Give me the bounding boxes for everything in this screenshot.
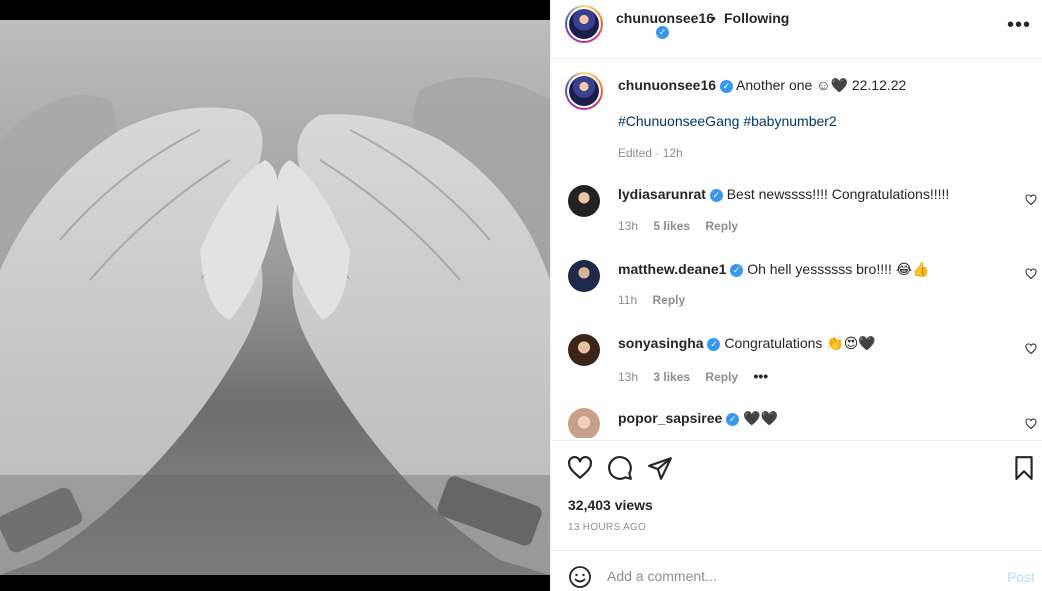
- comment-text: 🖤🖤: [743, 410, 778, 426]
- following-button[interactable]: Following: [724, 10, 789, 26]
- comment-text-line: lydiasarunrat ✓ Best newssss!!!! Congrat…: [618, 186, 949, 202]
- emoji-icon[interactable]: [568, 565, 592, 589]
- comment-item: matthew.deane1 ✓ Oh hell yessssss bro!!!…: [551, 255, 1042, 325]
- comment-likes[interactable]: 5 likes: [653, 219, 690, 233]
- comment-meta: 13h 5 likes Reply: [618, 219, 750, 233]
- comment-avatar[interactable]: [568, 334, 600, 366]
- comment-text-line: popor_sapsiree ✓ 🖤🖤: [618, 410, 778, 427]
- post-header: chunuonsee16 ✓ • Following •••: [551, 0, 1042, 59]
- comment-meta: 13h 3 likes Reply •••: [618, 368, 780, 384]
- bookmark-icon[interactable]: [1011, 455, 1037, 481]
- comments-list[interactable]: chunuonsee16 ✓ Another one ☺🖤 22.12.22 #…: [551, 60, 1042, 438]
- post-actions: 32,403 views 13 HOURS AGO: [551, 440, 1042, 550]
- comment-avatar[interactable]: [568, 185, 600, 217]
- comment-text-line: sonyasingha ✓ Congratulations 👏😍🖤: [618, 335, 876, 352]
- comment-input[interactable]: [607, 563, 987, 589]
- comment-icon[interactable]: [607, 455, 633, 481]
- comment-reply-button[interactable]: Reply: [652, 293, 685, 307]
- comment-time: 13h: [618, 370, 639, 384]
- comment-like-heart-icon[interactable]: [1025, 194, 1037, 206]
- comment-username[interactable]: matthew.deane1: [618, 261, 726, 277]
- verified-badge-icon: ✓: [726, 412, 740, 426]
- comment-item: lydiasarunrat ✓ Best newssss!!!! Congrat…: [551, 180, 1042, 250]
- share-icon[interactable]: [647, 455, 673, 481]
- media-letterbox-bottom: [0, 575, 550, 591]
- caption-text-line: chunuonsee16 ✓ Another one ☺🖤 22.12.22: [618, 77, 906, 94]
- comment-reply-button[interactable]: Reply: [705, 370, 738, 384]
- comment-text-line: matthew.deane1 ✓ Oh hell yessssss bro!!!…: [618, 261, 930, 278]
- view-count[interactable]: 32,403 views: [568, 497, 653, 513]
- comment-more-options-icon[interactable]: •••: [753, 368, 768, 384]
- comment-reply-button[interactable]: Reply: [705, 219, 738, 233]
- comment-time: 11h: [618, 293, 638, 307]
- heart-icon[interactable]: [567, 455, 593, 481]
- comment-meta: 11h Reply: [618, 293, 697, 307]
- post-side-panel: chunuonsee16 ✓ • Following ••• chunuonse…: [550, 0, 1042, 591]
- post-photo: [0, 20, 550, 575]
- comment-like-heart-icon[interactable]: [1025, 343, 1037, 355]
- comment-username[interactable]: sonyasingha: [618, 335, 704, 351]
- caption-avatar[interactable]: [565, 72, 603, 110]
- comment-text: Oh hell yessssss bro!!!! 😂👍: [747, 261, 930, 277]
- header-separator: •: [711, 10, 716, 26]
- comment-item: popor_sapsiree ✓ 🖤🖤: [551, 404, 1042, 438]
- comment-avatar[interactable]: [568, 408, 600, 438]
- post-media[interactable]: [0, 0, 550, 591]
- author-avatar[interactable]: [565, 5, 603, 43]
- verified-badge-icon: ✓: [709, 188, 723, 202]
- caption-username[interactable]: chunuonsee16: [618, 77, 716, 93]
- comment-text: Congratulations 👏😍🖤: [724, 335, 876, 351]
- comment-text: Best newssss!!!! Congratulations!!!!!: [726, 186, 950, 202]
- post-comment-button[interactable]: Post: [1007, 569, 1035, 585]
- comment-like-heart-icon[interactable]: [1025, 418, 1037, 430]
- more-options-icon[interactable]: •••: [1007, 14, 1031, 37]
- media-letterbox-top: [0, 0, 550, 20]
- comment-item: sonyasingha ✓ Congratulations 👏😍🖤 13h 3 …: [551, 329, 1042, 399]
- caption-edited-time: Edited · 12h: [618, 146, 683, 160]
- post-timestamp: 13 HOURS AGO: [568, 522, 647, 533]
- verified-badge-icon: ✓: [707, 337, 721, 351]
- comment-username[interactable]: popor_sapsiree: [618, 410, 722, 426]
- add-comment-bar: Post: [551, 550, 1042, 591]
- comment-username[interactable]: lydiasarunrat: [618, 186, 706, 202]
- verified-badge-icon: ✓: [730, 263, 744, 277]
- verified-badge-icon: ✓: [719, 79, 733, 93]
- caption-text: Another one ☺🖤 22.12.22: [736, 77, 907, 93]
- caption-hashtags[interactable]: #ChunuonseeGang #babynumber2: [618, 113, 837, 129]
- author-username[interactable]: chunuonsee16: [616, 10, 714, 26]
- comment-likes[interactable]: 3 likes: [653, 370, 690, 384]
- comment-time: 13h: [618, 219, 639, 233]
- comment-like-heart-icon[interactable]: [1025, 268, 1037, 280]
- comment-avatar[interactable]: [568, 260, 600, 292]
- verified-badge-icon: ✓: [656, 26, 669, 39]
